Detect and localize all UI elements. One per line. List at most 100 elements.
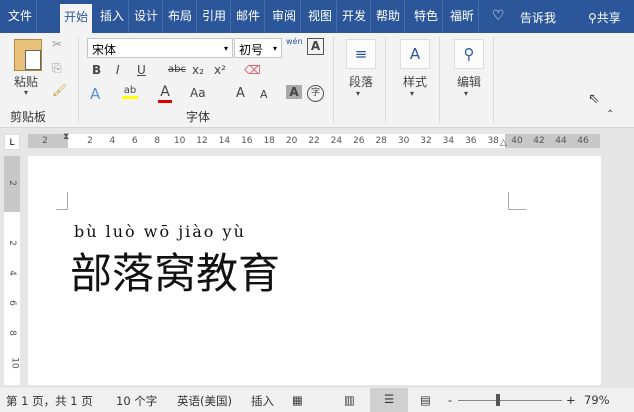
ruler-number: 24 xyxy=(330,136,343,146)
change-case-button[interactable]: Aa xyxy=(190,86,206,100)
ruler-number: 12 xyxy=(196,136,208,146)
language[interactable]: 英语(美国) xyxy=(177,393,232,409)
tab-7[interactable]: 审阅 xyxy=(268,0,302,33)
ruler-number: 34 xyxy=(442,136,455,146)
bold-button[interactable]: B xyxy=(92,63,101,77)
web-layout-icon[interactable]: ▤ xyxy=(420,393,431,407)
lightbulb-icon: ♡ xyxy=(492,8,505,24)
ruler-number: 36 xyxy=(465,136,477,146)
ruler-number: 30 xyxy=(397,136,410,146)
tab-1[interactable]: 开始 xyxy=(60,4,93,33)
text-effects-button[interactable]: A xyxy=(90,85,100,103)
status-bar: 第 1 页，共 1 页 10 个字 英语(美国) 插入 ▦ ▥ ☰ ▤ - + … xyxy=(0,388,634,412)
font-color-button[interactable]: A xyxy=(158,84,172,103)
cut-icon[interactable]: ✂ xyxy=(52,37,62,51)
ruler-number: 38 xyxy=(487,136,499,146)
tab-10[interactable]: 帮助 xyxy=(372,0,406,33)
scrollbar[interactable] xyxy=(602,156,634,385)
page-count[interactable]: 第 1 页，共 1 页 xyxy=(6,393,93,409)
ruler-number: 2 xyxy=(87,136,93,146)
macro-icon[interactable]: ▦ xyxy=(292,393,303,407)
tab-2[interactable]: 插入 xyxy=(96,0,130,33)
styles-button[interactable]: 样式 xyxy=(403,73,427,90)
indent-marker[interactable]: ⧗ xyxy=(63,132,69,142)
paragraph-icon[interactable]: ≡ xyxy=(346,39,376,69)
vertical-ruler-number: 4 xyxy=(6,270,17,276)
print-layout-icon[interactable]: ☰ xyxy=(370,388,408,412)
read-mode-icon[interactable]: ▥ xyxy=(344,393,355,407)
paragraph-button[interactable]: 段落 xyxy=(349,73,373,90)
phonetic-guide-button[interactable]: wén xyxy=(286,37,303,46)
ruler-number: 28 xyxy=(375,136,387,146)
vertical-ruler-number: 10 xyxy=(9,357,20,369)
vertical-ruler-number: 2 xyxy=(6,180,17,186)
ruler-number: 42 xyxy=(533,136,545,146)
ruler-number: 6 xyxy=(131,136,138,146)
document-text: 部落窝教育 xyxy=(70,249,281,298)
paste-icon[interactable] xyxy=(14,39,42,71)
tab-0[interactable]: 文件 xyxy=(4,0,38,33)
ruler-number: 4 xyxy=(109,136,116,146)
ruler-number: 26 xyxy=(353,136,365,146)
ruler-number: 16 xyxy=(241,136,253,146)
enclose-char-button[interactable]: 字 xyxy=(307,85,324,102)
strikethrough-button[interactable]: abc xyxy=(168,64,186,75)
ruler-number: 2 xyxy=(42,136,48,146)
font-group-label: 字体 xyxy=(186,110,211,124)
share-button[interactable]: ⚲共享 xyxy=(588,9,621,26)
zoom-out-button[interactable]: - xyxy=(448,393,452,407)
copy-icon[interactable]: ⎘ xyxy=(52,61,62,76)
underline-button[interactable]: U xyxy=(137,63,146,77)
tab-selector[interactable]: L xyxy=(4,134,20,150)
horizontal-ruler[interactable]: L 2 2 4 6 8 10 12 14 16 18 20 22 24 26 28 30 32 34 36 38 40 4… xyxy=(0,130,634,154)
zoom-slider[interactable] xyxy=(458,400,562,401)
subscript-button[interactable]: x₂ xyxy=(192,63,204,77)
clear-format-icon[interactable]: ⌫ xyxy=(244,63,261,77)
tab-6[interactable]: 邮件 xyxy=(232,0,266,33)
zoom-in-button[interactable]: + xyxy=(566,393,576,407)
italic-button[interactable]: I xyxy=(116,63,120,77)
tab-9[interactable]: 开发 xyxy=(338,0,372,33)
shrink-font-button[interactable]: A xyxy=(260,88,268,101)
zoom-level[interactable]: 79% xyxy=(584,393,610,407)
tab-4[interactable]: 布局 xyxy=(164,0,198,33)
ruler-number: 8 xyxy=(154,136,161,146)
document-page[interactable]: bù luò wō jiào yù 部落窝教育 xyxy=(28,156,601,385)
format-painter-icon[interactable]: 🖌 xyxy=(52,83,67,97)
vertical-ruler-number: 8 xyxy=(6,330,17,336)
tell-me-button[interactable]: 告诉我 xyxy=(520,9,556,26)
ruler-number: 10 xyxy=(173,136,186,146)
person-icon: ⚲ xyxy=(588,11,597,25)
vertical-ruler[interactable]: 2 2 4 6 8 10 xyxy=(4,156,20,385)
tab-12[interactable]: 福昕 xyxy=(446,0,480,33)
char-shading-button[interactable]: A xyxy=(286,85,302,99)
editing-button[interactable]: 编辑 xyxy=(457,73,481,90)
vertical-ruler-number: 6 xyxy=(6,300,17,306)
ruler-number: 14 xyxy=(218,136,231,146)
highlight-button[interactable]: ab xyxy=(122,85,138,99)
pinyin-text: bù luò wō jiào yù xyxy=(74,222,246,241)
tab-3[interactable]: 设计 xyxy=(130,0,164,33)
tab-8[interactable]: 视图 xyxy=(304,0,338,33)
right-indent-marker[interactable]: △ xyxy=(500,138,507,148)
find-icon[interactable]: ⚲ xyxy=(454,39,484,69)
tab-5[interactable]: 引用 xyxy=(198,0,232,33)
ruler-number: 40 xyxy=(511,136,523,146)
ruler-number: 44 xyxy=(555,136,567,146)
styles-icon[interactable]: A xyxy=(400,39,430,69)
mouse-cursor-icon: ⇖ xyxy=(588,91,600,107)
grow-font-button[interactable]: A xyxy=(236,86,245,101)
insert-mode[interactable]: 插入 xyxy=(251,393,274,409)
char-border-button[interactable]: A xyxy=(307,38,324,55)
collapse-ribbon-icon[interactable]: ⌃ xyxy=(606,109,614,120)
font-size-select[interactable]: 初号 ▾ xyxy=(234,38,282,58)
font-name-select[interactable]: 宋体 ▾ xyxy=(87,38,233,58)
superscript-button[interactable]: x² xyxy=(214,63,226,77)
tab-11[interactable]: 特色 xyxy=(410,0,444,33)
ruler-number: 46 xyxy=(577,136,589,146)
ruler-number: 22 xyxy=(308,136,320,146)
word-count[interactable]: 10 个字 xyxy=(116,393,157,409)
vertical-ruler-number: 2 xyxy=(6,240,17,246)
zoom-slider-thumb[interactable] xyxy=(495,394,500,406)
ruler-number: 20 xyxy=(285,136,298,146)
